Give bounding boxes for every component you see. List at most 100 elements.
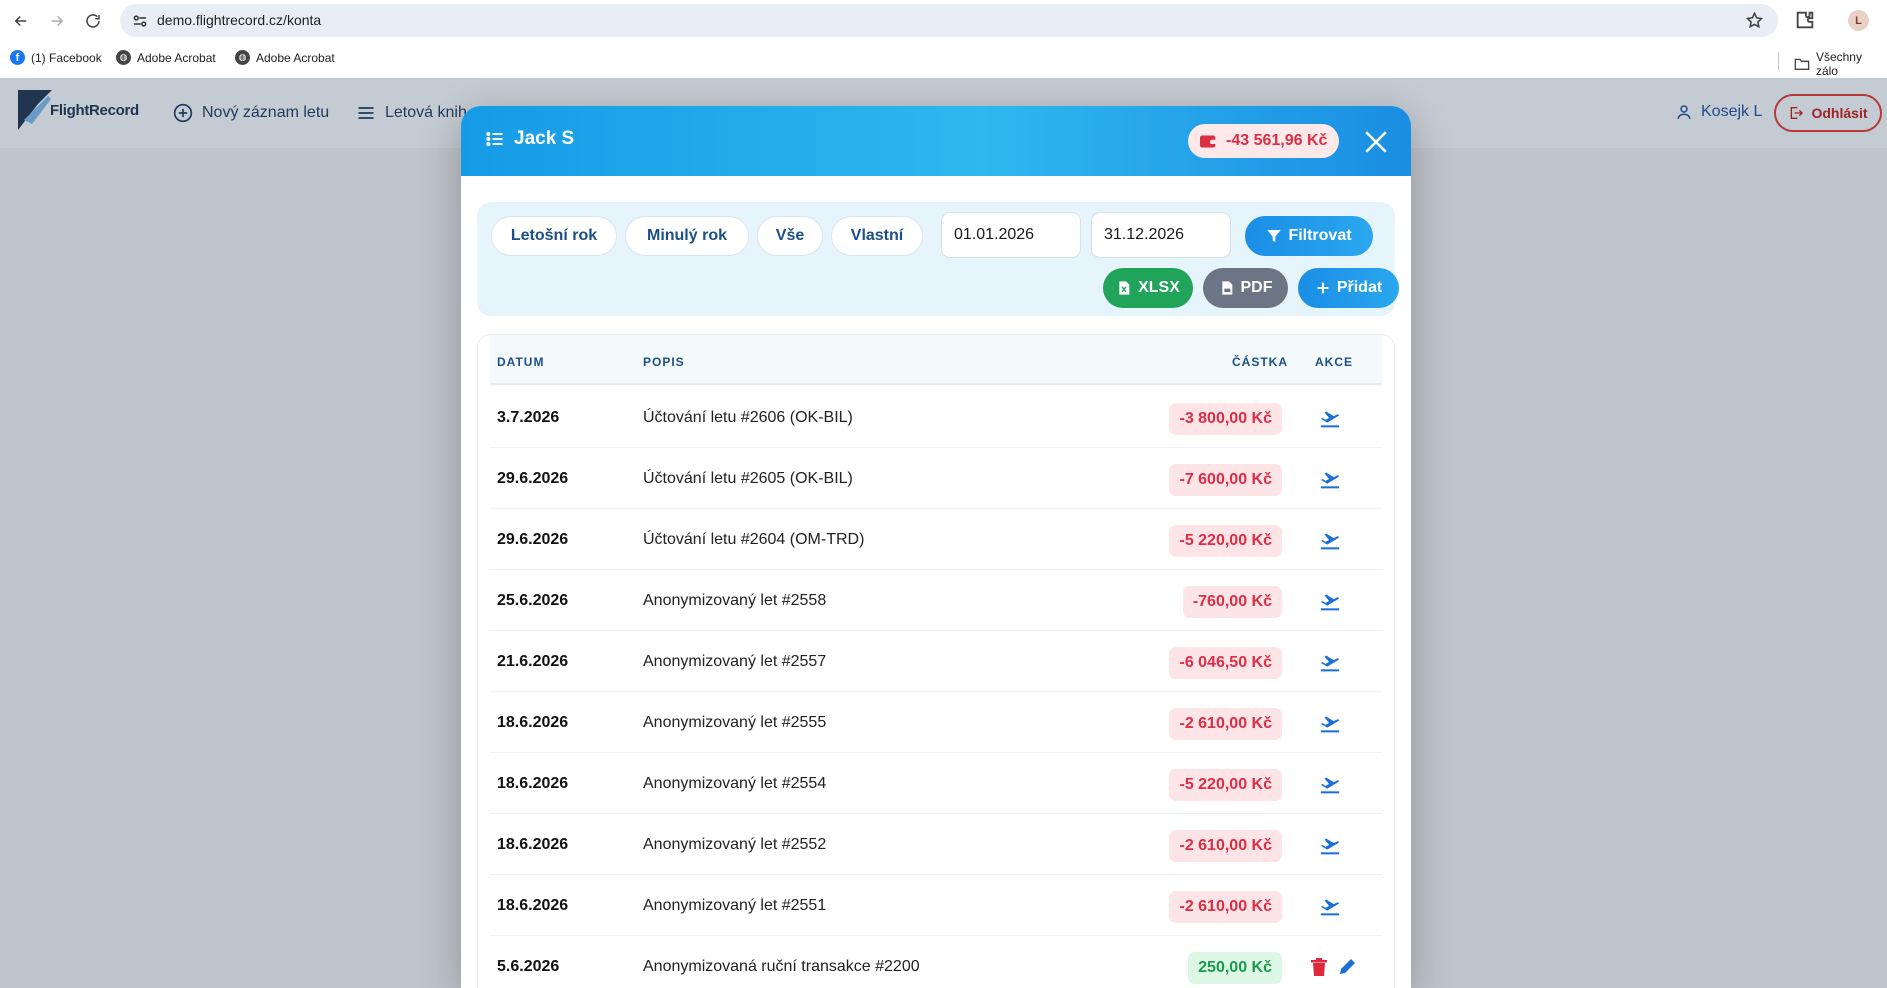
bookmark-label: Adobe Acrobat [137, 50, 216, 65]
table-row: 18.6.2026 Anonymizovaný let #2551 -2 610… [490, 875, 1382, 936]
table-row: 21.6.2026 Anonymizovaný let #2557 -6 046… [490, 631, 1382, 692]
plus-circle-icon [173, 103, 193, 123]
file-excel-icon [1119, 281, 1130, 295]
row-description: Anonymizovaný let #2555 [643, 714, 827, 731]
logo-mark-icon [18, 90, 54, 130]
modal-title: Jack S [485, 128, 574, 150]
trash-icon[interactable] [1311, 958, 1327, 976]
logout-button[interactable]: Odhlásit [1774, 94, 1882, 132]
url-text[interactable]: demo.flightrecord.cz/konta [157, 12, 321, 28]
plane-departure-icon[interactable] [1319, 712, 1341, 734]
export-xlsx-button[interactable]: XLSX [1103, 268, 1193, 308]
xlsx-label: XLSX [1138, 279, 1180, 296]
site-settings-icon[interactable] [131, 12, 149, 30]
extensions-icon[interactable] [1794, 9, 1816, 31]
facebook-icon: f [10, 50, 25, 65]
plane-departure-icon[interactable] [1319, 407, 1341, 429]
plane-departure-icon[interactable] [1319, 651, 1341, 673]
filter-button[interactable]: Filtrovat [1245, 216, 1373, 256]
bookmark-facebook[interactable]: f (1) Facebook [10, 50, 102, 65]
list-icon [486, 131, 503, 147]
row-description: Anonymizovaný let #2554 [643, 775, 827, 792]
logo-text: FlightRecord [50, 101, 139, 119]
address-bar[interactable]: demo.flightrecord.cz/konta [120, 4, 1778, 37]
pencil-icon[interactable] [1339, 957, 1357, 975]
arrow-left-icon [14, 15, 27, 27]
export-pdf-button[interactable]: PDF [1203, 268, 1288, 308]
plane-departure-icon[interactable] [1319, 529, 1341, 551]
modal-title-text: Jack S [514, 128, 575, 149]
profile-avatar[interactable]: L [1848, 10, 1869, 31]
bookmark-adobe-2[interactable]: ◍ Adobe Acrobat [235, 50, 335, 65]
funnel-icon [1267, 230, 1282, 242]
plane-departure-icon[interactable] [1319, 895, 1341, 917]
all-bookmarks-folder[interactable]: Všechny zálo [1794, 50, 1887, 78]
row-amount: 250,00 Kč [1188, 952, 1282, 984]
row-date: 3.7.2026 [497, 409, 560, 426]
logo[interactable]: FlightRecord [18, 90, 139, 130]
date-from-input[interactable]: 01.01.2026 [941, 212, 1081, 258]
globe-icon: ◍ [235, 50, 250, 65]
pdf-label: PDF [1240, 279, 1273, 296]
filter-custom[interactable]: Vlastní [831, 216, 923, 256]
row-amount: -2 610,00 Kč [1169, 708, 1282, 740]
logout-label: Odhlásit [1811, 105, 1868, 121]
nav-new-flight-record[interactable]: Nový záznam letu [173, 103, 329, 123]
header-description[interactable]: POPIS [643, 355, 685, 369]
nav-label: Letová knih [385, 104, 467, 121]
user-menu[interactable]: Kosejk L [1675, 103, 1762, 121]
bookmark-label: Adobe Acrobat [256, 50, 335, 65]
nav-logbook[interactable]: Letová knih [356, 103, 467, 123]
filter-this-year[interactable]: Letošní rok [491, 216, 617, 256]
table-row: 3.7.2026 Účtování letu #2606 (OK-BIL) -3… [490, 387, 1382, 448]
nav-label: Nový záznam letu [202, 104, 330, 121]
row-amount: -3 800,00 Kč [1169, 403, 1282, 435]
menu-icon [358, 107, 374, 119]
wallet-icon [1200, 135, 1217, 147]
table-row: 18.6.2026 Anonymizovaný let #2554 -5 220… [490, 753, 1382, 814]
plane-departure-icon[interactable] [1319, 590, 1341, 612]
bookmark-label: (1) Facebook [31, 50, 102, 65]
balance-badge: -43 561,96 Kč [1188, 124, 1340, 158]
user-icon [1677, 105, 1691, 119]
plane-departure-icon[interactable] [1319, 834, 1341, 856]
close-icon[interactable] [1363, 129, 1389, 155]
reload-button[interactable] [81, 9, 105, 33]
account-modal: Jack S -43 561,96 Kč Letošní rok Minulý … [461, 106, 1411, 988]
row-date: 18.6.2026 [497, 775, 569, 792]
header-amount[interactable]: ČÁSTKA [1232, 355, 1288, 369]
row-description: Účtování letu #2605 (OK-BIL) [643, 470, 853, 487]
bookmark-adobe-1[interactable]: ◍ Adobe Acrobat [116, 50, 216, 65]
table-header: DATUM POPIS ČÁSTKA AKCE [490, 335, 1382, 385]
filter-last-year[interactable]: Minulý rok [625, 216, 749, 256]
table-row: 18.6.2026 Anonymizovaný let #2555 -2 610… [490, 692, 1382, 753]
user-name: Kosejk L [1701, 103, 1763, 120]
table-row: 5.6.2026 Anonymizovaná ruční transakce #… [490, 936, 1382, 988]
reload-icon [86, 14, 100, 28]
table-row: 25.6.2026 Anonymizovaný let #2558 -760,0… [490, 570, 1382, 631]
row-description: Anonymizovaný let #2558 [643, 592, 827, 609]
arrow-right-icon [51, 15, 64, 27]
file-pdf-icon [1221, 281, 1232, 295]
filter-all[interactable]: Vše [757, 216, 823, 256]
plane-departure-icon[interactable] [1319, 773, 1341, 795]
row-description: Účtování letu #2604 (OM-TRD) [643, 531, 865, 548]
bookmarks-separator [1778, 52, 1779, 70]
row-description: Účtování letu #2606 (OK-BIL) [643, 409, 853, 426]
add-transaction-button[interactable]: Přidat [1298, 268, 1399, 308]
date-to-input[interactable]: 31.12.2026 [1091, 212, 1231, 258]
row-description: Anonymizovaný let #2552 [643, 836, 827, 853]
row-date: 29.6.2026 [497, 531, 569, 548]
row-description: Anonymizovaná ruční transakce #2200 [643, 958, 920, 975]
forward-button[interactable] [45, 9, 69, 33]
plane-departure-icon[interactable] [1319, 468, 1341, 490]
header-date[interactable]: DATUM [497, 355, 544, 369]
back-button[interactable] [9, 9, 33, 33]
header-actions: AKCE [1315, 355, 1354, 369]
bookmarks-bar: f (1) Facebook ◍ Adobe Acrobat ◍ Adobe A… [0, 42, 1887, 78]
row-amount: -5 220,00 Kč [1169, 525, 1282, 557]
row-date: 29.6.2026 [497, 470, 569, 487]
row-date: 5.6.2026 [497, 958, 560, 975]
star-icon[interactable] [1745, 11, 1764, 30]
bookmark-label: Všechny zálo [1815, 50, 1862, 78]
